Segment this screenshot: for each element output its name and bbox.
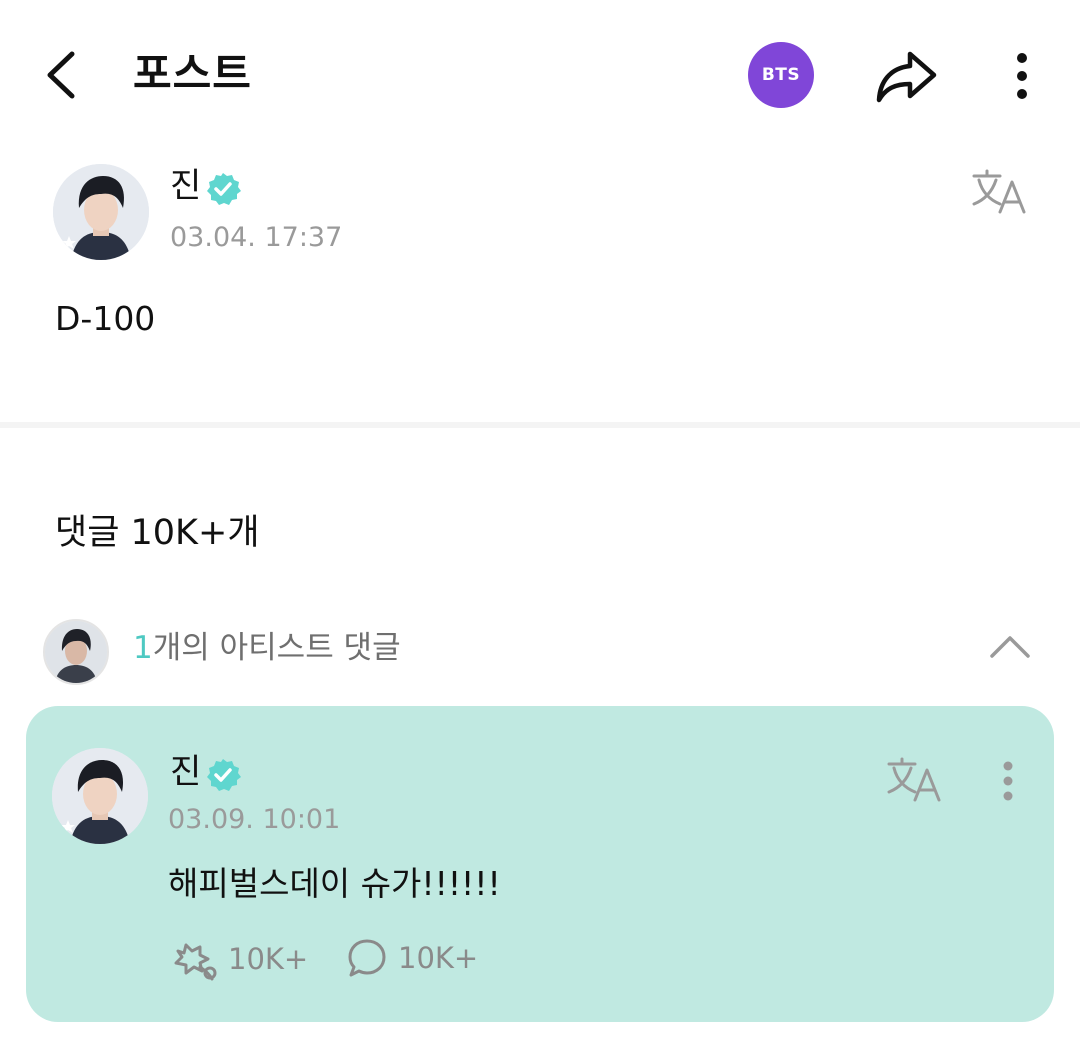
back-button[interactable] xyxy=(36,44,92,106)
comment-bubble-icon xyxy=(348,939,386,977)
community-badge-button[interactable]: BTS xyxy=(748,42,814,108)
section-divider xyxy=(0,422,1080,428)
author-avatar[interactable] xyxy=(53,164,149,260)
comments-count-heading: 댓글 10K+개 xyxy=(55,513,260,553)
artist-comments-label-text: 개의 아티스트 댓글 xyxy=(152,630,401,666)
like-icon xyxy=(174,943,217,981)
reply-count: 10K+ xyxy=(398,941,479,975)
page-title: 포스트 xyxy=(133,49,252,98)
chevron-up-icon xyxy=(990,636,1030,658)
artist-comment-avatar xyxy=(43,619,109,685)
back-arrow-icon xyxy=(47,51,75,99)
verified-badge-icon xyxy=(207,173,241,205)
post-body-text: D-100 xyxy=(55,299,156,338)
artist-comments-label[interactable]: 1개의 아티스트 댓글 xyxy=(133,624,401,672)
comment-more-options-button[interactable] xyxy=(988,752,1028,812)
reply-button[interactable]: 10K+ xyxy=(346,937,478,979)
translate-icon[interactable] xyxy=(885,756,945,804)
share-icon xyxy=(876,51,937,103)
collapse-artist-comments-button[interactable] xyxy=(986,626,1034,666)
more-options-button[interactable] xyxy=(1002,46,1042,106)
more-vertical-icon xyxy=(1003,761,1013,801)
comment-body-text: 해피벌스데이 슈가!!!!!! xyxy=(168,864,501,903)
like-count: 10K+ xyxy=(228,942,309,976)
translate-icon[interactable] xyxy=(970,168,1030,216)
post-timestamp: 03.04. 17:37 xyxy=(170,222,343,253)
verified-badge-icon xyxy=(207,759,241,791)
like-button[interactable]: 10K+ xyxy=(170,937,308,981)
comment-author-name[interactable]: 진 xyxy=(170,750,201,794)
post-author-name[interactable]: 진 xyxy=(170,164,201,208)
more-vertical-icon xyxy=(1017,53,1027,99)
comment-author-avatar[interactable] xyxy=(52,748,148,844)
artist-comment-count: 1 xyxy=(133,630,153,666)
share-button[interactable] xyxy=(872,46,942,106)
comment-timestamp: 03.09. 10:01 xyxy=(168,804,341,835)
